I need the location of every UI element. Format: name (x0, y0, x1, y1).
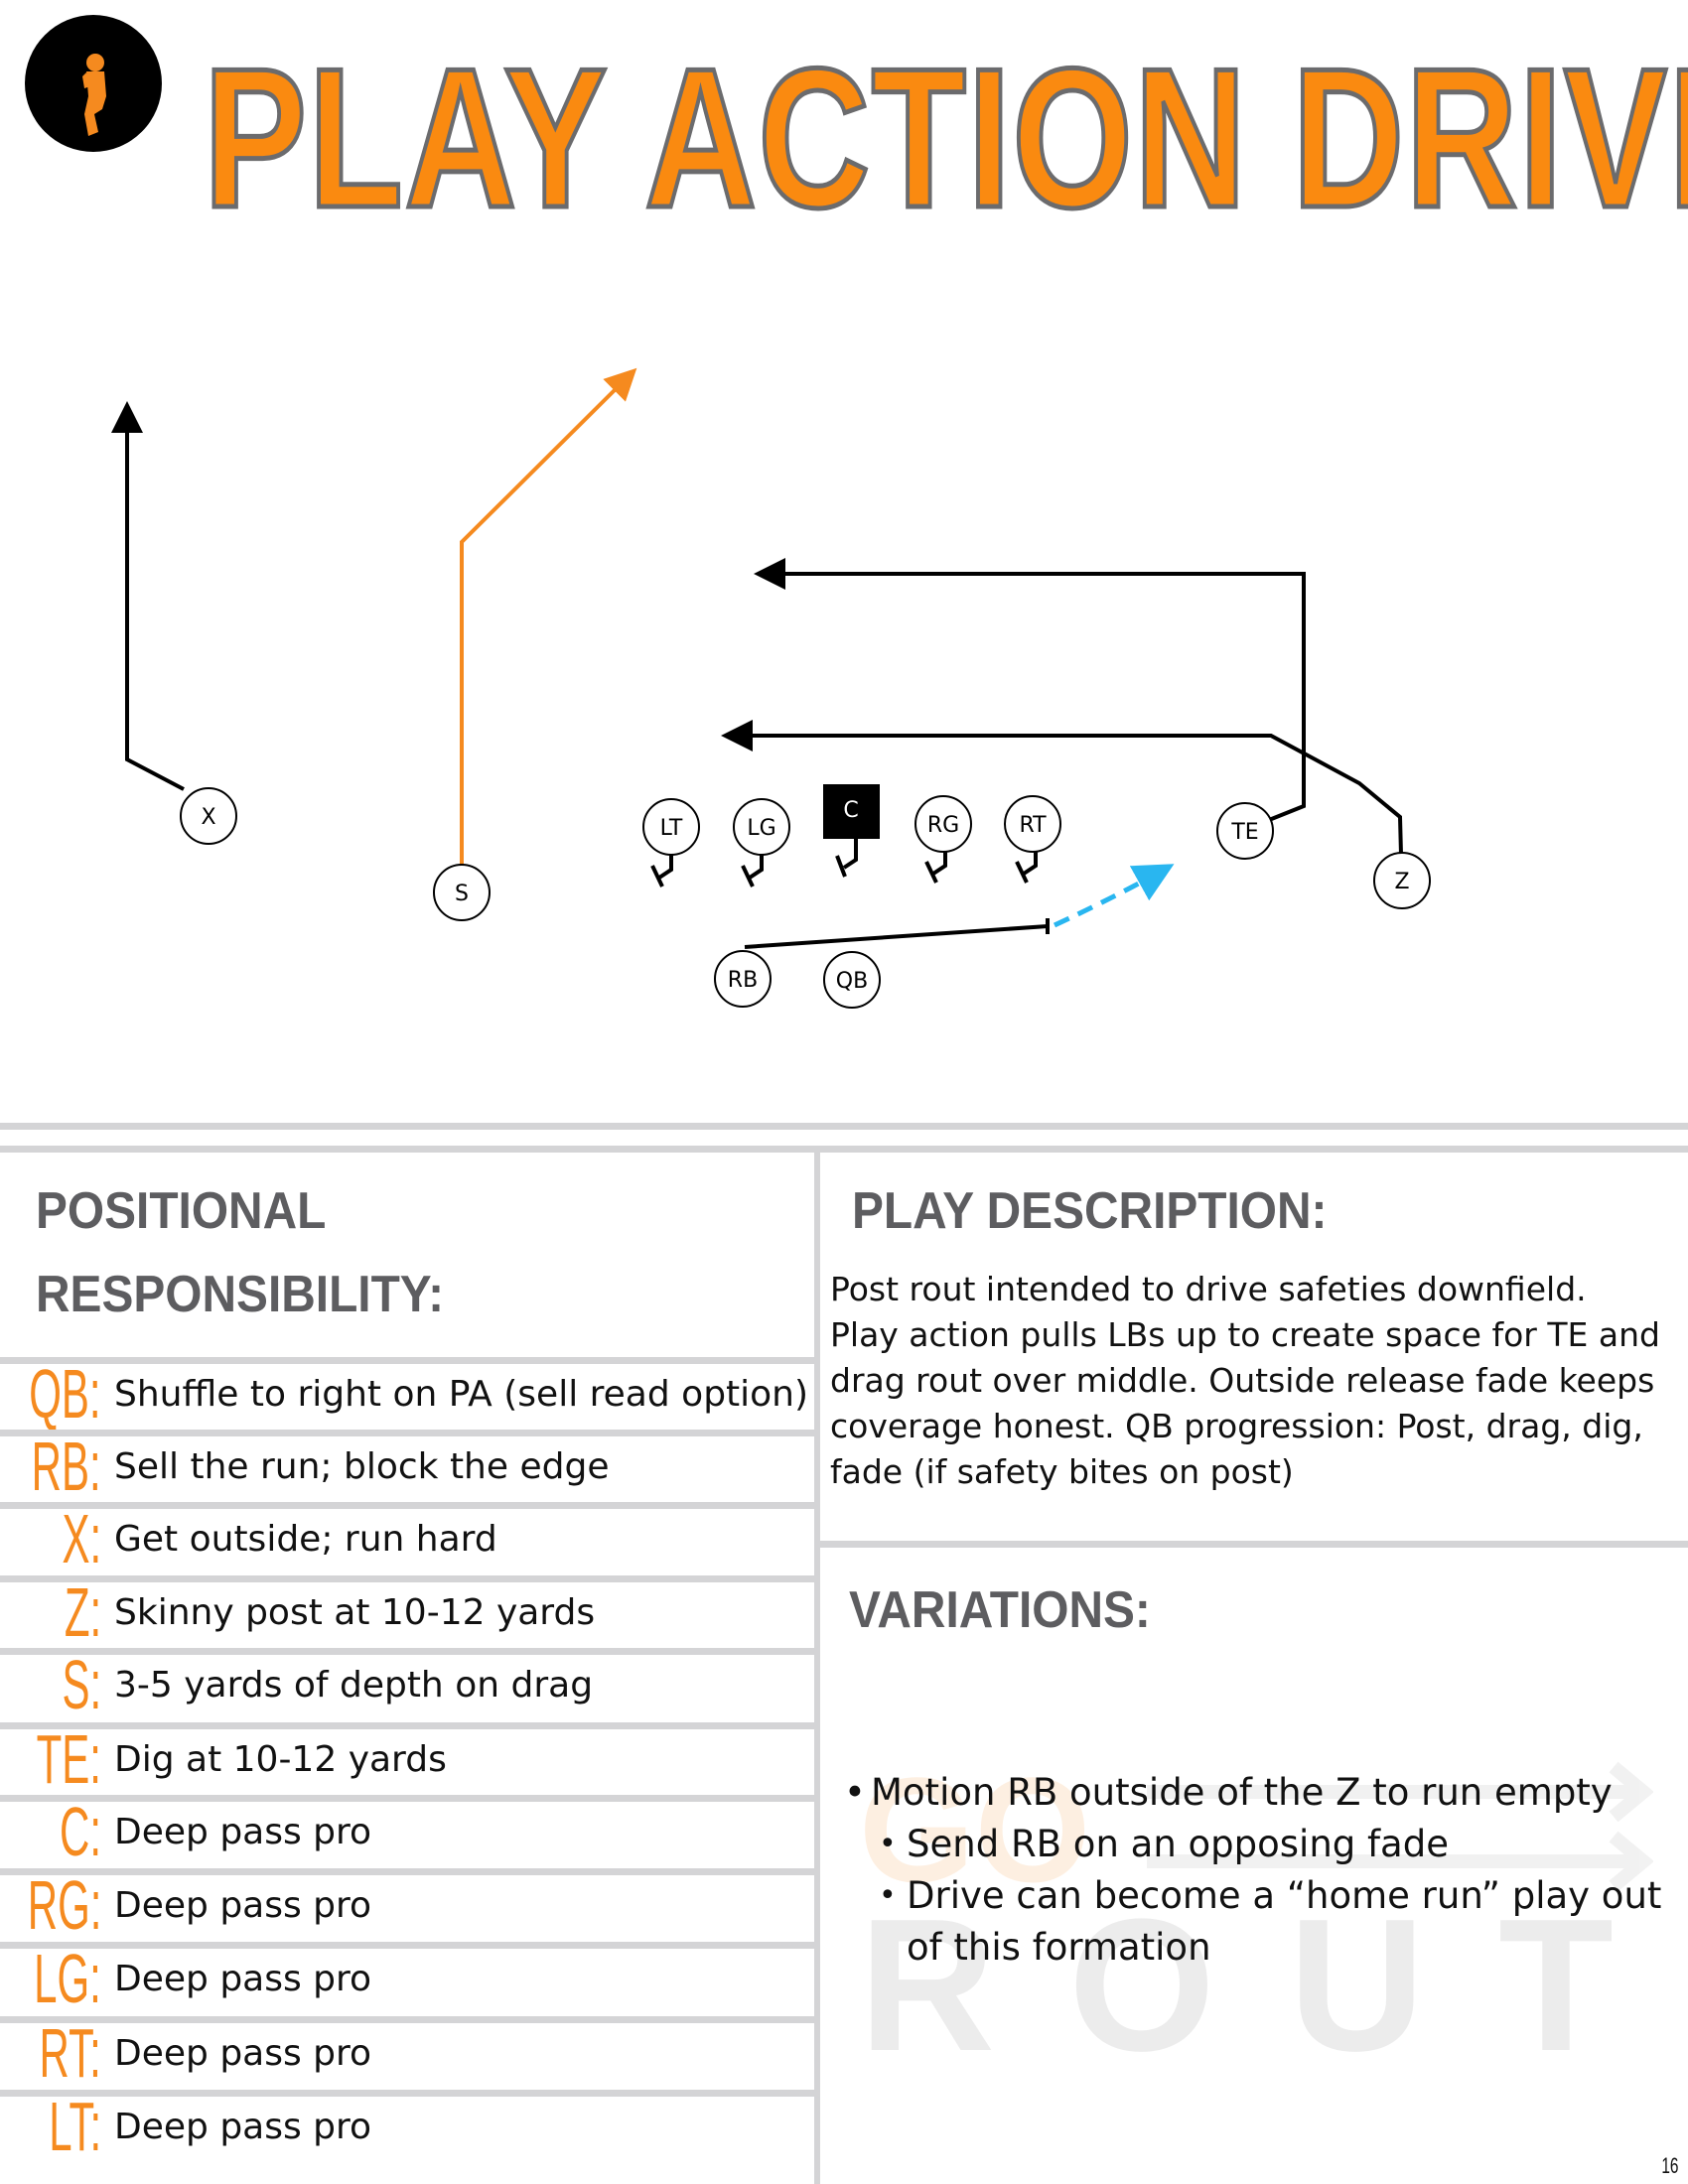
row-divider (0, 1868, 814, 1875)
variation-item: • Drive can become a “home run” play out … (844, 1870, 1668, 1974)
route-x (111, 401, 185, 791)
positional-row: QB: Shuffle to right on PA (sell read opt… (0, 1355, 814, 1433)
column-divider (814, 1148, 820, 2184)
position-label: LT: (49, 2088, 101, 2165)
row-divider (0, 1575, 814, 1582)
player-label: QB (836, 969, 868, 994)
responsibility-text: 3-5 yards of depth on drag (114, 1665, 594, 1706)
route-te (754, 558, 1306, 822)
page-number: 16 (1660, 2153, 1678, 2178)
row-divider (0, 1795, 814, 1802)
responsibility-text: Dig at 10-12 yards (114, 1739, 447, 1780)
positional-row: TE: Dig at 10-12 yards (0, 1720, 814, 1798)
row-divider (0, 1357, 814, 1364)
positional-heading-line1: POSITIONAL (36, 1182, 327, 1240)
position-label: RG: (27, 1866, 101, 1944)
bullet-icon: • (879, 1878, 897, 1913)
variation-text: Motion RB outside of the Z to run empty (871, 1771, 1613, 1814)
responsibility-text: Sell the run; block the edge (114, 1446, 610, 1487)
row-divider (0, 2090, 814, 2097)
responsibility-text: Deep pass pro (114, 2107, 372, 2147)
position-label: C: (60, 1793, 101, 1870)
divider (0, 1123, 1688, 1130)
row-divider (0, 1942, 814, 1949)
positional-row: LG: Deep pass pro (0, 1940, 814, 2017)
positional-row: RG: Deep pass pro (0, 1866, 814, 1944)
position-label: LG: (34, 1940, 101, 2017)
player-label: LG (747, 816, 775, 841)
bullet-icon: • (844, 1771, 866, 1814)
variation-item: • Send RB on an opposing fade (844, 1819, 1668, 1870)
route-s (460, 367, 637, 866)
row-divider (0, 1430, 814, 1436)
responsibility-text: Deep pass pro (114, 1959, 372, 1999)
responsibility-text: Deep pass pro (114, 1885, 372, 1926)
positional-row: X: Get outside; run hard (0, 1500, 814, 1577)
description-text: Post rout intended to drive safeties dow… (830, 1270, 1660, 1491)
bullet-icon: • (879, 1827, 897, 1861)
route-rb-release (1053, 864, 1175, 928)
variations-list: • Motion RB outside of the Z to run empty… (844, 1767, 1668, 1974)
player-label: LT (660, 816, 683, 841)
player-label: RG (927, 813, 959, 838)
positional-row: LT: Deep pass pro (0, 2088, 814, 2165)
variations-heading: VARIATIONS: (849, 1581, 1151, 1639)
responsibility-text: Shuffle to right on PA (sell read option… (114, 1374, 809, 1415)
responsibility-text: Deep pass pro (114, 1812, 372, 1852)
row-divider (0, 1648, 814, 1655)
divider (820, 1541, 1688, 1548)
position-label: Z: (64, 1573, 101, 1651)
positional-row: RB: Sell the run; block the edge (0, 1428, 814, 1505)
description-heading: PLAY DESCRIPTION: (852, 1182, 1328, 1240)
block-c (842, 839, 858, 870)
responsibility-text: Skinny post at 10-12 yards (114, 1592, 596, 1633)
row-divider (0, 1502, 814, 1509)
positional-row: C: Deep pass pro (0, 1793, 814, 1870)
position-label: RT: (39, 2014, 101, 2092)
positional-row: Z: Skinny post at 10-12 yards (0, 1573, 814, 1651)
positional-row: RT: Deep pass pro (0, 2014, 814, 2092)
variation-text: Drive can become a “home run” play out o… (907, 1874, 1662, 1969)
route-rb-fake (744, 924, 1049, 949)
position-label: TE: (36, 1720, 101, 1798)
player-label: X (201, 805, 215, 830)
position-label: S: (62, 1646, 101, 1723)
variation-item: • Motion RB outside of the Z to run empty (844, 1767, 1668, 1819)
responsibility-text: Deep pass pro (114, 2033, 372, 2074)
variation-text: Send RB on an opposing fade (907, 1823, 1449, 1865)
position-label: QB: (29, 1355, 101, 1433)
position-label: RB: (31, 1428, 101, 1505)
positional-heading-line2: RESPONSIBILITY: (36, 1266, 445, 1323)
player-label: TE (1230, 820, 1258, 845)
divider (0, 1146, 1688, 1153)
player-label: RB (728, 968, 758, 993)
row-divider (0, 2016, 814, 2023)
player-label: RT (1019, 813, 1047, 838)
player-label: S (455, 882, 469, 906)
player-label: Z (1394, 870, 1409, 894)
play-diagram: X S LT LG C RG RT TE Z RB QB (111, 367, 1431, 1009)
player-label: C (843, 798, 858, 823)
position-label: X: (62, 1500, 101, 1577)
row-divider (0, 1722, 814, 1729)
positional-row: S: 3-5 yards of depth on drag (0, 1646, 814, 1723)
responsibility-text: Get outside; run hard (114, 1519, 497, 1560)
